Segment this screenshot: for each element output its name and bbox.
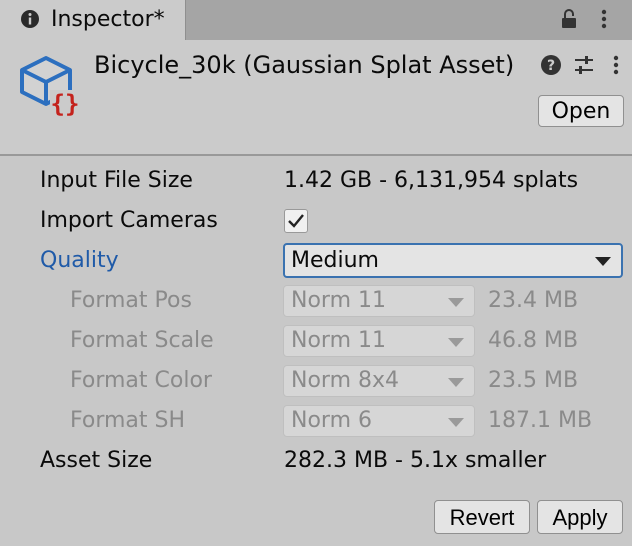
format-color-label: Format Color [70, 368, 212, 393]
tab-bar: Inspector* [0, 0, 632, 40]
dropdown-arrow-icon [448, 338, 464, 347]
format-pos-size: 23.4 MB [488, 288, 579, 313]
format-color-value: Norm 8x4 [291, 368, 400, 393]
quality-dropdown[interactable]: Medium [283, 243, 623, 278]
format-scale-label: Format Scale [70, 328, 214, 353]
import-cameras-row: Import Cameras [0, 201, 632, 241]
dropdown-arrow-icon [448, 298, 464, 307]
quality-row: Quality Medium [0, 241, 632, 281]
open-button[interactable]: Open [538, 95, 624, 127]
format-scale-value: Norm 11 [291, 328, 386, 353]
format-sh-dropdown[interactable]: Norm 6 [283, 405, 475, 437]
dropdown-arrow-icon [448, 418, 464, 427]
info-icon [21, 10, 39, 28]
format-pos-label: Format Pos [70, 288, 192, 313]
format-pos-dropdown[interactable]: Norm 11 [283, 285, 475, 317]
format-scale-size: 46.8 MB [488, 328, 579, 353]
kebab-menu-icon[interactable] [604, 53, 628, 77]
asset-title: Bicycle_30k (Gaussian Splat Asset) [94, 51, 515, 79]
format-sh-value: Norm 6 [291, 408, 372, 433]
preset-sliders-icon[interactable] [572, 53, 596, 77]
asset-header: {} Bicycle_30k (Gaussian Splat Asset) ? … [0, 40, 632, 156]
format-pos-row: Format Pos Norm 11 23.4 MB [0, 281, 632, 321]
format-scale-row: Format Scale Norm 11 46.8 MB [0, 321, 632, 361]
format-sh-row: Format SH Norm 6 187.1 MB [0, 401, 632, 441]
dropdown-arrow-icon [448, 378, 464, 387]
asset-size-value: 282.3 MB - 5.1x smaller [284, 448, 547, 473]
tab-title: Inspector* [51, 7, 165, 32]
format-color-dropdown[interactable]: Norm 8x4 [283, 365, 475, 397]
help-icon[interactable]: ? [539, 53, 563, 77]
revert-button[interactable]: Revert [434, 500, 530, 534]
input-file-size-row: Input File Size 1.42 GB - 6,131,954 spla… [0, 161, 632, 201]
kebab-menu-icon[interactable] [592, 7, 616, 31]
apply-button[interactable]: Apply [537, 500, 623, 534]
tab-inspector[interactable]: Inspector* [0, 0, 186, 40]
format-sh-label: Format SH [70, 408, 186, 433]
quality-dropdown-value: Medium [291, 248, 379, 273]
gaussian-splat-cube-icon: {} [20, 56, 80, 118]
format-scale-dropdown[interactable]: Norm 11 [283, 325, 475, 357]
format-color-size: 23.5 MB [488, 368, 579, 393]
format-color-row: Format Color Norm 8x4 23.5 MB [0, 361, 632, 401]
asset-size-row: Asset Size 282.3 MB - 5.1x smaller [0, 441, 632, 481]
import-cameras-label: Import Cameras [40, 208, 218, 233]
format-pos-value: Norm 11 [291, 288, 386, 313]
lock-icon[interactable] [557, 7, 581, 31]
format-sh-size: 187.1 MB [488, 408, 593, 433]
svg-text:{}: {} [51, 90, 80, 118]
input-file-size-value: 1.42 GB - 6,131,954 splats [284, 168, 579, 193]
svg-text:?: ? [547, 58, 555, 74]
asset-size-label: Asset Size [40, 448, 153, 473]
checkmark-icon [288, 214, 304, 228]
quality-label: Quality [40, 248, 119, 273]
input-file-size-label: Input File Size [40, 168, 193, 193]
import-cameras-checkbox[interactable] [284, 209, 308, 233]
dropdown-arrow-icon [595, 257, 611, 266]
